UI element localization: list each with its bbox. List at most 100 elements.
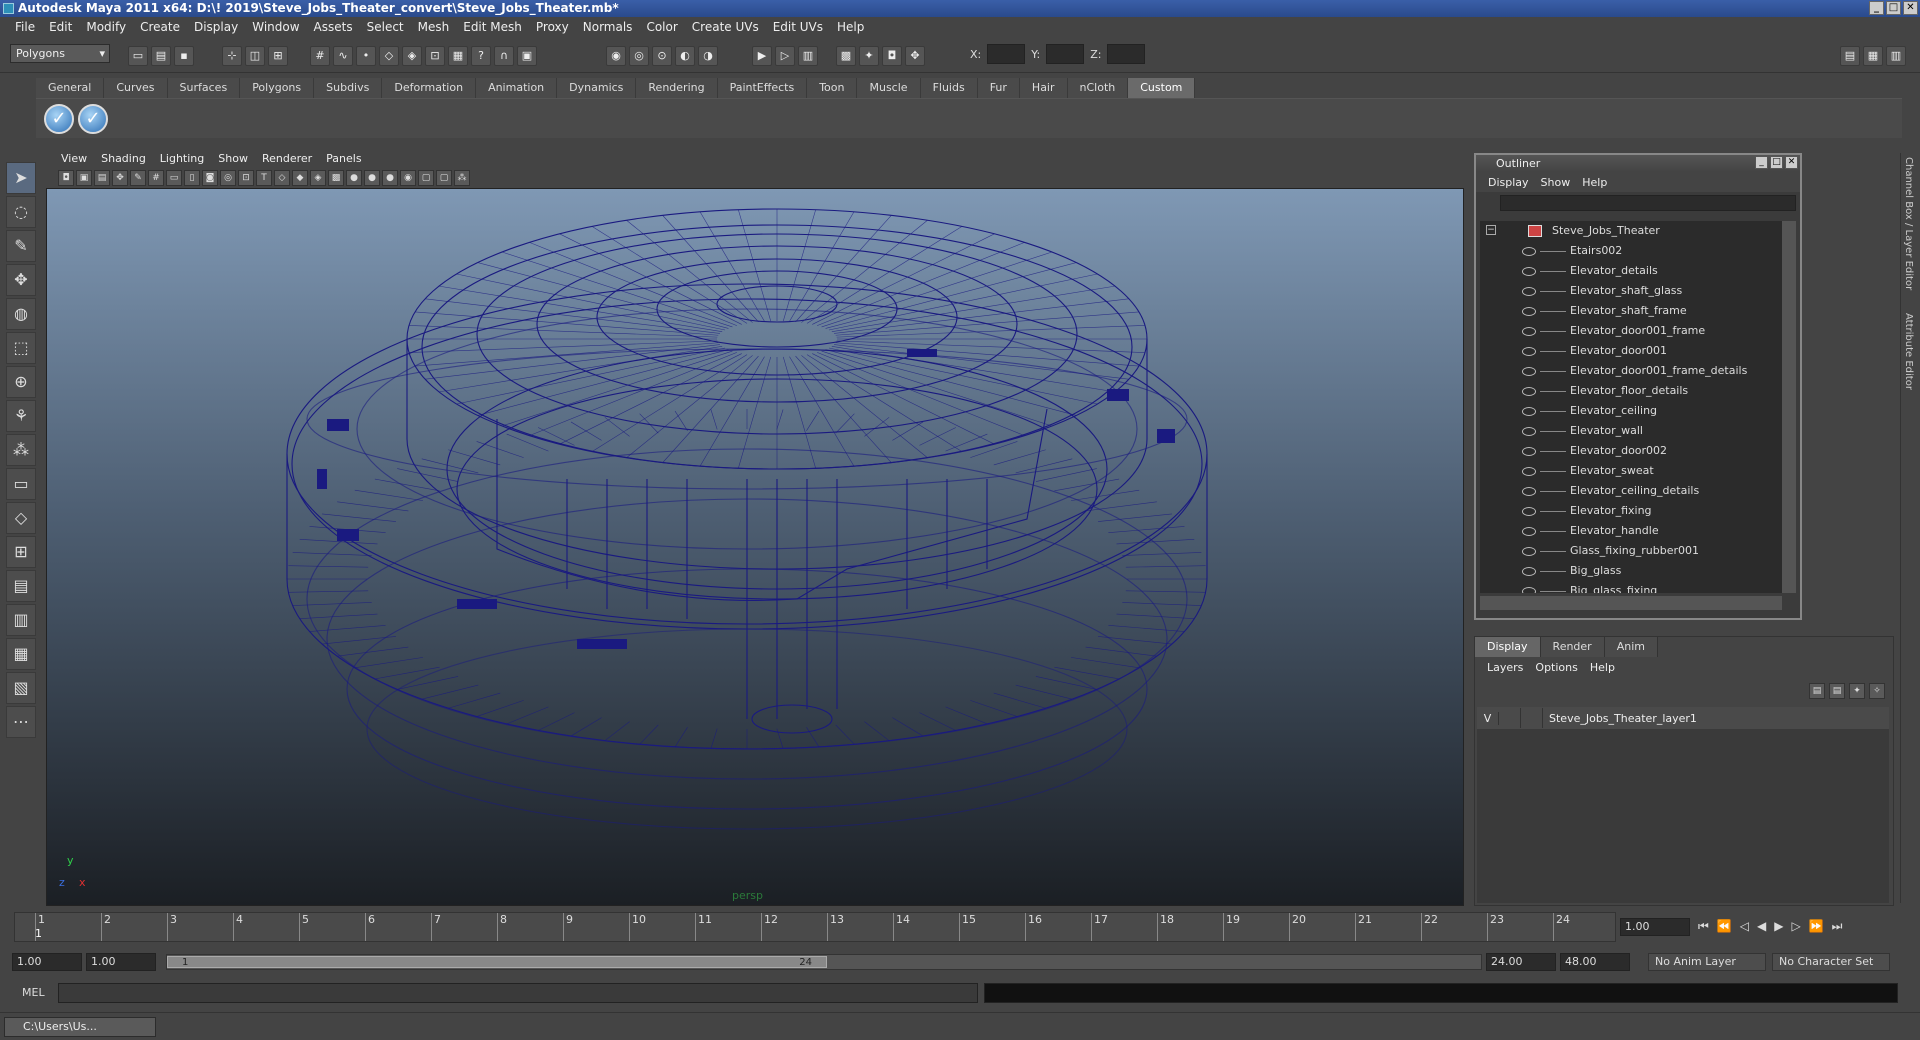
last-tool-icon[interactable]: ▭ — [6, 468, 36, 500]
single-pane-icon[interactable]: ◇ — [6, 502, 36, 534]
mask-icon[interactable]: ▦ — [448, 46, 468, 66]
outliner-menu-show[interactable]: Show — [1535, 176, 1577, 189]
outliner-minimize-button[interactable]: _ — [1755, 156, 1768, 169]
menu-color[interactable]: Color — [639, 20, 684, 34]
lasso-icon[interactable]: ◌ — [6, 196, 36, 228]
wireframe-icon[interactable]: ◇ — [274, 170, 290, 186]
list-item[interactable]: Elevator_door001_frame_details — [1480, 361, 1782, 381]
tab-custom[interactable]: Custom — [1128, 78, 1196, 98]
open-scene-icon[interactable]: ▤ — [151, 46, 171, 66]
safe-title-icon[interactable]: T — [256, 170, 272, 186]
rotate-icon[interactable]: ◍ — [6, 298, 36, 330]
soft-mod-icon[interactable]: ⚘ — [6, 400, 36, 432]
end-time-field[interactable]: 48.00 — [1560, 953, 1630, 971]
resolution-gate-icon[interactable]: ▯ — [184, 170, 200, 186]
step-forward-key-icon[interactable]: ⏩ — [1809, 919, 1824, 934]
menu-edit-uvs[interactable]: Edit UVs — [766, 20, 830, 34]
tab-render-layers[interactable]: Render — [1540, 637, 1605, 657]
wire-on-shaded-icon[interactable]: ◈ — [310, 170, 326, 186]
all-lights-icon[interactable]: ● — [364, 170, 380, 186]
new-scene-icon[interactable]: ▭ — [128, 46, 148, 66]
grid-icon[interactable]: # — [148, 170, 164, 186]
menu-assets[interactable]: Assets — [307, 20, 360, 34]
vp-menu-view[interactable]: View — [54, 152, 94, 165]
tab-anim-layers[interactable]: Anim — [1604, 637, 1658, 657]
help-icon[interactable]: ? — [471, 46, 491, 66]
field-chart-icon[interactable]: ◎ — [220, 170, 236, 186]
close-button[interactable]: ✕ — [1903, 1, 1918, 15]
tool-settings-toggle-icon[interactable]: ▥ — [1886, 46, 1906, 66]
save-scene-icon[interactable]: ▪ — [174, 46, 194, 66]
list-item[interactable]: Elevator_handle — [1480, 521, 1782, 541]
hypershade-icon[interactable]: ◐ — [675, 46, 695, 66]
tab-painteffects[interactable]: PaintEffects — [717, 78, 808, 98]
outliner-vertical-scrollbar[interactable] — [1782, 221, 1796, 593]
ipr-render-icon[interactable]: ◎ — [629, 46, 649, 66]
hypershade-persp-icon[interactable]: ▦ — [6, 638, 36, 670]
tab-deformation[interactable]: Deformation — [382, 78, 477, 98]
list-item[interactable]: Elevator_door001 — [1480, 341, 1782, 361]
safe-action-icon[interactable]: ⊡ — [238, 170, 254, 186]
step-back-frame-icon[interactable]: ◁ — [1740, 919, 1749, 934]
play-forward-icon[interactable]: ▶ — [1774, 919, 1783, 934]
outliner-root-item[interactable]: − Steve_Jobs_Theater — [1480, 221, 1782, 241]
list-item[interactable]: Elevator_shaft_glass — [1480, 281, 1782, 301]
outliner-close-button[interactable]: ✕ — [1785, 156, 1798, 169]
list-item[interactable]: Elevator_fixing — [1480, 501, 1782, 521]
list-item[interactable]: Big_glass — [1480, 561, 1782, 581]
tab-general[interactable]: General — [36, 78, 105, 98]
tab-ncloth[interactable]: nCloth — [1067, 78, 1129, 98]
z-field[interactable] — [1107, 44, 1146, 64]
play-backward-icon[interactable]: ◀ — [1757, 919, 1766, 934]
snap-grid-icon[interactable]: # — [310, 46, 330, 66]
list-item[interactable]: Glass_fixing_rubber001 — [1480, 541, 1782, 561]
tab-subdivs[interactable]: Subdivs — [314, 78, 383, 98]
select-component-icon[interactable]: ⊞ — [268, 46, 288, 66]
textured-icon[interactable]: ▩ — [328, 170, 344, 186]
mode-selector[interactable]: Polygons — [10, 44, 110, 63]
outliner-menu-display[interactable]: Display — [1482, 176, 1535, 189]
xray-icon[interactable]: ▢ — [418, 170, 434, 186]
manipulator-icon[interactable]: ⊕ — [6, 366, 36, 398]
camera-attr-icon[interactable]: ◘ — [58, 170, 74, 186]
tab-animation[interactable]: Animation — [476, 78, 558, 98]
playback-start-field[interactable]: 1.00 — [86, 953, 156, 971]
menu-mesh[interactable]: Mesh — [411, 20, 457, 34]
tab-toon[interactable]: Toon — [807, 78, 858, 98]
graph-persp-icon[interactable]: ▥ — [6, 604, 36, 636]
default-light-icon[interactable]: ● — [346, 170, 362, 186]
display-icon[interactable]: ▩ — [836, 46, 856, 66]
layer-type-toggle[interactable] — [1499, 708, 1521, 728]
menu-create-uvs[interactable]: Create UVs — [685, 20, 766, 34]
film-gate-icon[interactable]: ▭ — [166, 170, 182, 186]
layer-down-icon[interactable]: ▤ — [1829, 683, 1845, 699]
playback-end-field[interactable]: 24.00 — [1486, 953, 1556, 971]
custom-check-icon-2[interactable]: ✓ — [78, 104, 108, 134]
start-time-field[interactable]: 1.00 — [12, 953, 82, 971]
snap-surface-icon[interactable]: ◇ — [379, 46, 399, 66]
go-to-start-icon[interactable]: ⏮ — [1698, 919, 1709, 934]
command-language-label[interactable]: MEL — [22, 986, 45, 999]
tab-curves[interactable]: Curves — [104, 78, 168, 98]
menu-create[interactable]: Create — [133, 20, 187, 34]
menu-edit-mesh[interactable]: Edit Mesh — [456, 20, 529, 34]
tab-fluids[interactable]: Fluids — [920, 78, 978, 98]
gate-mask-icon[interactable]: ◙ — [202, 170, 218, 186]
outliner-persp-icon[interactable]: ▤ — [6, 570, 36, 602]
menu-normals[interactable]: Normals — [576, 20, 640, 34]
tab-fur[interactable]: Fur — [977, 78, 1020, 98]
snap-curve-icon[interactable]: ∿ — [333, 46, 353, 66]
layers-menu-help[interactable]: Help — [1584, 661, 1621, 674]
menu-modify[interactable]: Modify — [79, 20, 133, 34]
more-icon[interactable]: ⋯ — [6, 706, 36, 738]
image-plane-icon[interactable]: ▤ — [94, 170, 110, 186]
magnet-icon[interactable]: ∩ — [494, 46, 514, 66]
list-item[interactable]: Elevator_floor_details — [1480, 381, 1782, 401]
bookmark-icon[interactable]: ▣ — [76, 170, 92, 186]
vp-menu-shading[interactable]: Shading — [94, 152, 153, 165]
tab-attribute-editor[interactable]: Attribute Editor — [1903, 313, 1914, 390]
input-line-icon[interactable]: ▶ — [752, 46, 772, 66]
snap-point-icon[interactable]: • — [356, 46, 376, 66]
command-input[interactable] — [58, 983, 978, 1003]
render-settings-icon[interactable]: ⊙ — [652, 46, 672, 66]
